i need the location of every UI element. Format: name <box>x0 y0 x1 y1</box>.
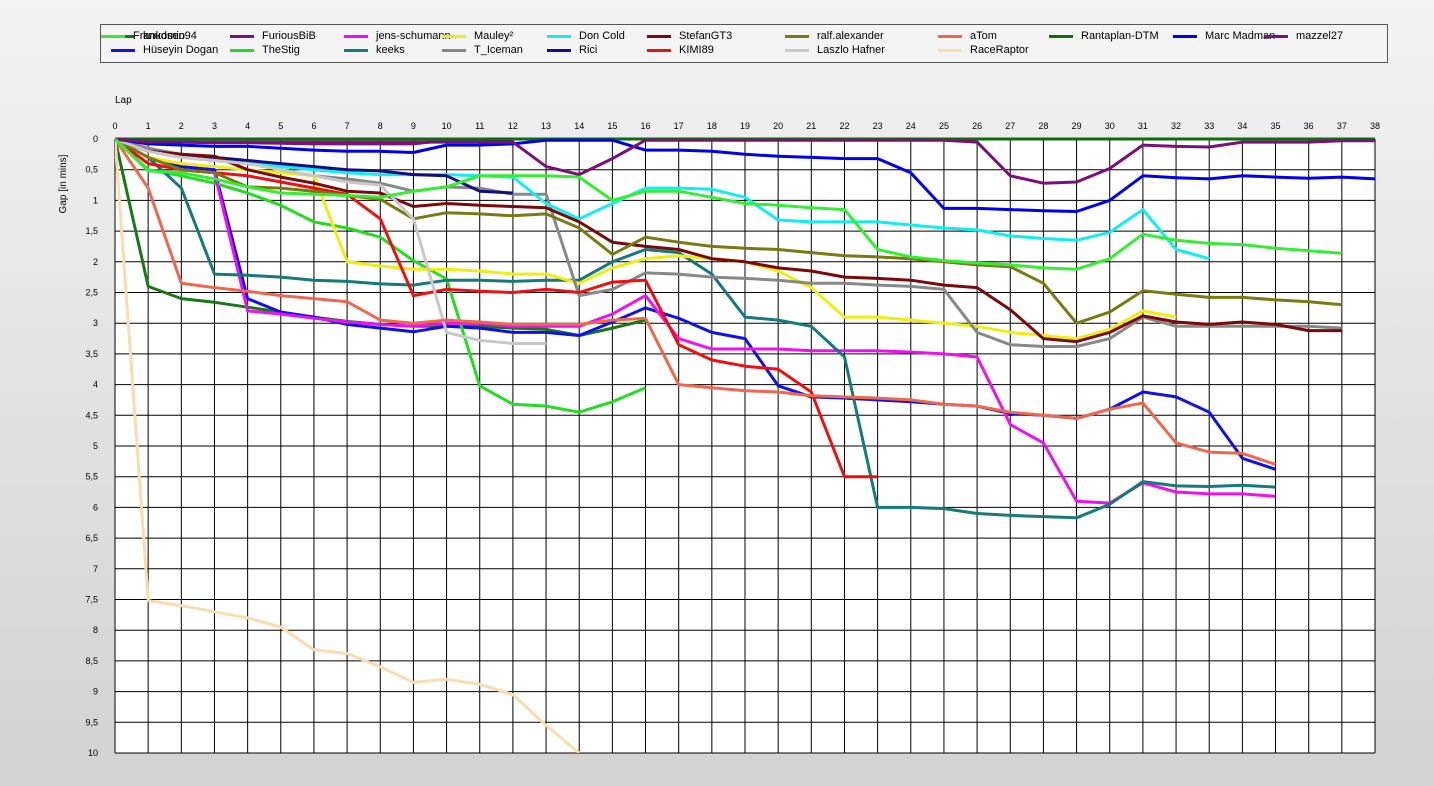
y-tick-label: 2,5 <box>85 288 98 298</box>
x-tick-label: 7 <box>345 121 350 131</box>
x-tick-label: 16 <box>641 121 651 131</box>
x-tick-label: 6 <box>311 121 316 131</box>
y-tick-label: 4 <box>93 380 98 390</box>
x-tick-label: 24 <box>906 121 916 131</box>
y-tick-label: 3,5 <box>85 349 98 359</box>
x-tick-label: 22 <box>839 121 849 131</box>
x-tick-label: 8 <box>378 121 383 131</box>
x-tick-label: 27 <box>1005 121 1015 131</box>
y-tick-label: 0 <box>93 134 98 144</box>
x-axis-label: Lap <box>115 95 132 106</box>
x-tick-label: 18 <box>707 121 717 131</box>
x-tick-label: 33 <box>1204 121 1214 131</box>
x-tick-label: 10 <box>442 121 452 131</box>
y-tick-label: 1 <box>93 195 98 205</box>
x-tick-label: 19 <box>740 121 750 131</box>
x-tick-label: 30 <box>1105 121 1115 131</box>
x-tick-label: 26 <box>972 121 982 131</box>
y-tick-label: 5 <box>93 441 98 451</box>
y-tick-label: 10 <box>88 748 98 758</box>
x-tick-label: 9 <box>411 121 416 131</box>
y-tick-label: 5,5 <box>85 472 98 482</box>
y-tick-label: 3 <box>93 318 98 328</box>
x-tick-label: 5 <box>278 121 283 131</box>
y-tick-label: 8 <box>93 625 98 635</box>
y-tick-label: 7,5 <box>85 595 98 605</box>
x-tick-label: 38 <box>1370 121 1380 131</box>
y-tick-label: 6,5 <box>85 533 98 543</box>
y-tick-label: 9 <box>93 687 98 697</box>
x-tick-label: 15 <box>607 121 617 131</box>
x-tick-label: 21 <box>806 121 816 131</box>
x-tick-label: 1 <box>146 121 151 131</box>
x-tick-label: 34 <box>1237 121 1247 131</box>
x-tick-label: 31 <box>1138 121 1148 131</box>
x-tick-label: 28 <box>1038 121 1048 131</box>
x-tick-label: 29 <box>1072 121 1082 131</box>
x-tick-label: 17 <box>674 121 684 131</box>
y-tick-label: 0,5 <box>85 165 98 175</box>
x-tick-label: 12 <box>508 121 518 131</box>
y-axis-label: Gap [in mins] <box>58 154 69 213</box>
y-tick-label: 6 <box>93 502 98 512</box>
y-tick-label: 2 <box>93 257 98 267</box>
x-tick-label: 23 <box>873 121 883 131</box>
x-tick-label: 37 <box>1337 121 1347 131</box>
y-tick-label: 4,5 <box>85 410 98 420</box>
x-tick-label: 4 <box>245 121 250 131</box>
x-tick-label: 0 <box>112 121 117 131</box>
y-tick-label: 9,5 <box>85 717 98 727</box>
x-tick-label: 25 <box>939 121 949 131</box>
y-tick-label: 8,5 <box>85 656 98 666</box>
x-tick-label: 2 <box>179 121 184 131</box>
x-tick-label: 13 <box>541 121 551 131</box>
x-tick-label: 14 <box>574 121 584 131</box>
x-tick-label: 11 <box>475 121 484 131</box>
x-tick-label: 20 <box>773 121 783 131</box>
y-tick-label: 7 <box>93 564 98 574</box>
x-tick-label: 32 <box>1171 121 1181 131</box>
x-tick-label: 35 <box>1271 121 1281 131</box>
gap-line-chart: 0 1 2 3 4 5 6 7 8 9 10 11 12 13 14 15 16 17 18 19 20 21 22 23 24… <box>58 95 1380 758</box>
x-tick-label: 36 <box>1304 121 1314 131</box>
x-tick-label: 3 <box>212 121 217 131</box>
y-tick-label: 1,5 <box>85 226 98 236</box>
